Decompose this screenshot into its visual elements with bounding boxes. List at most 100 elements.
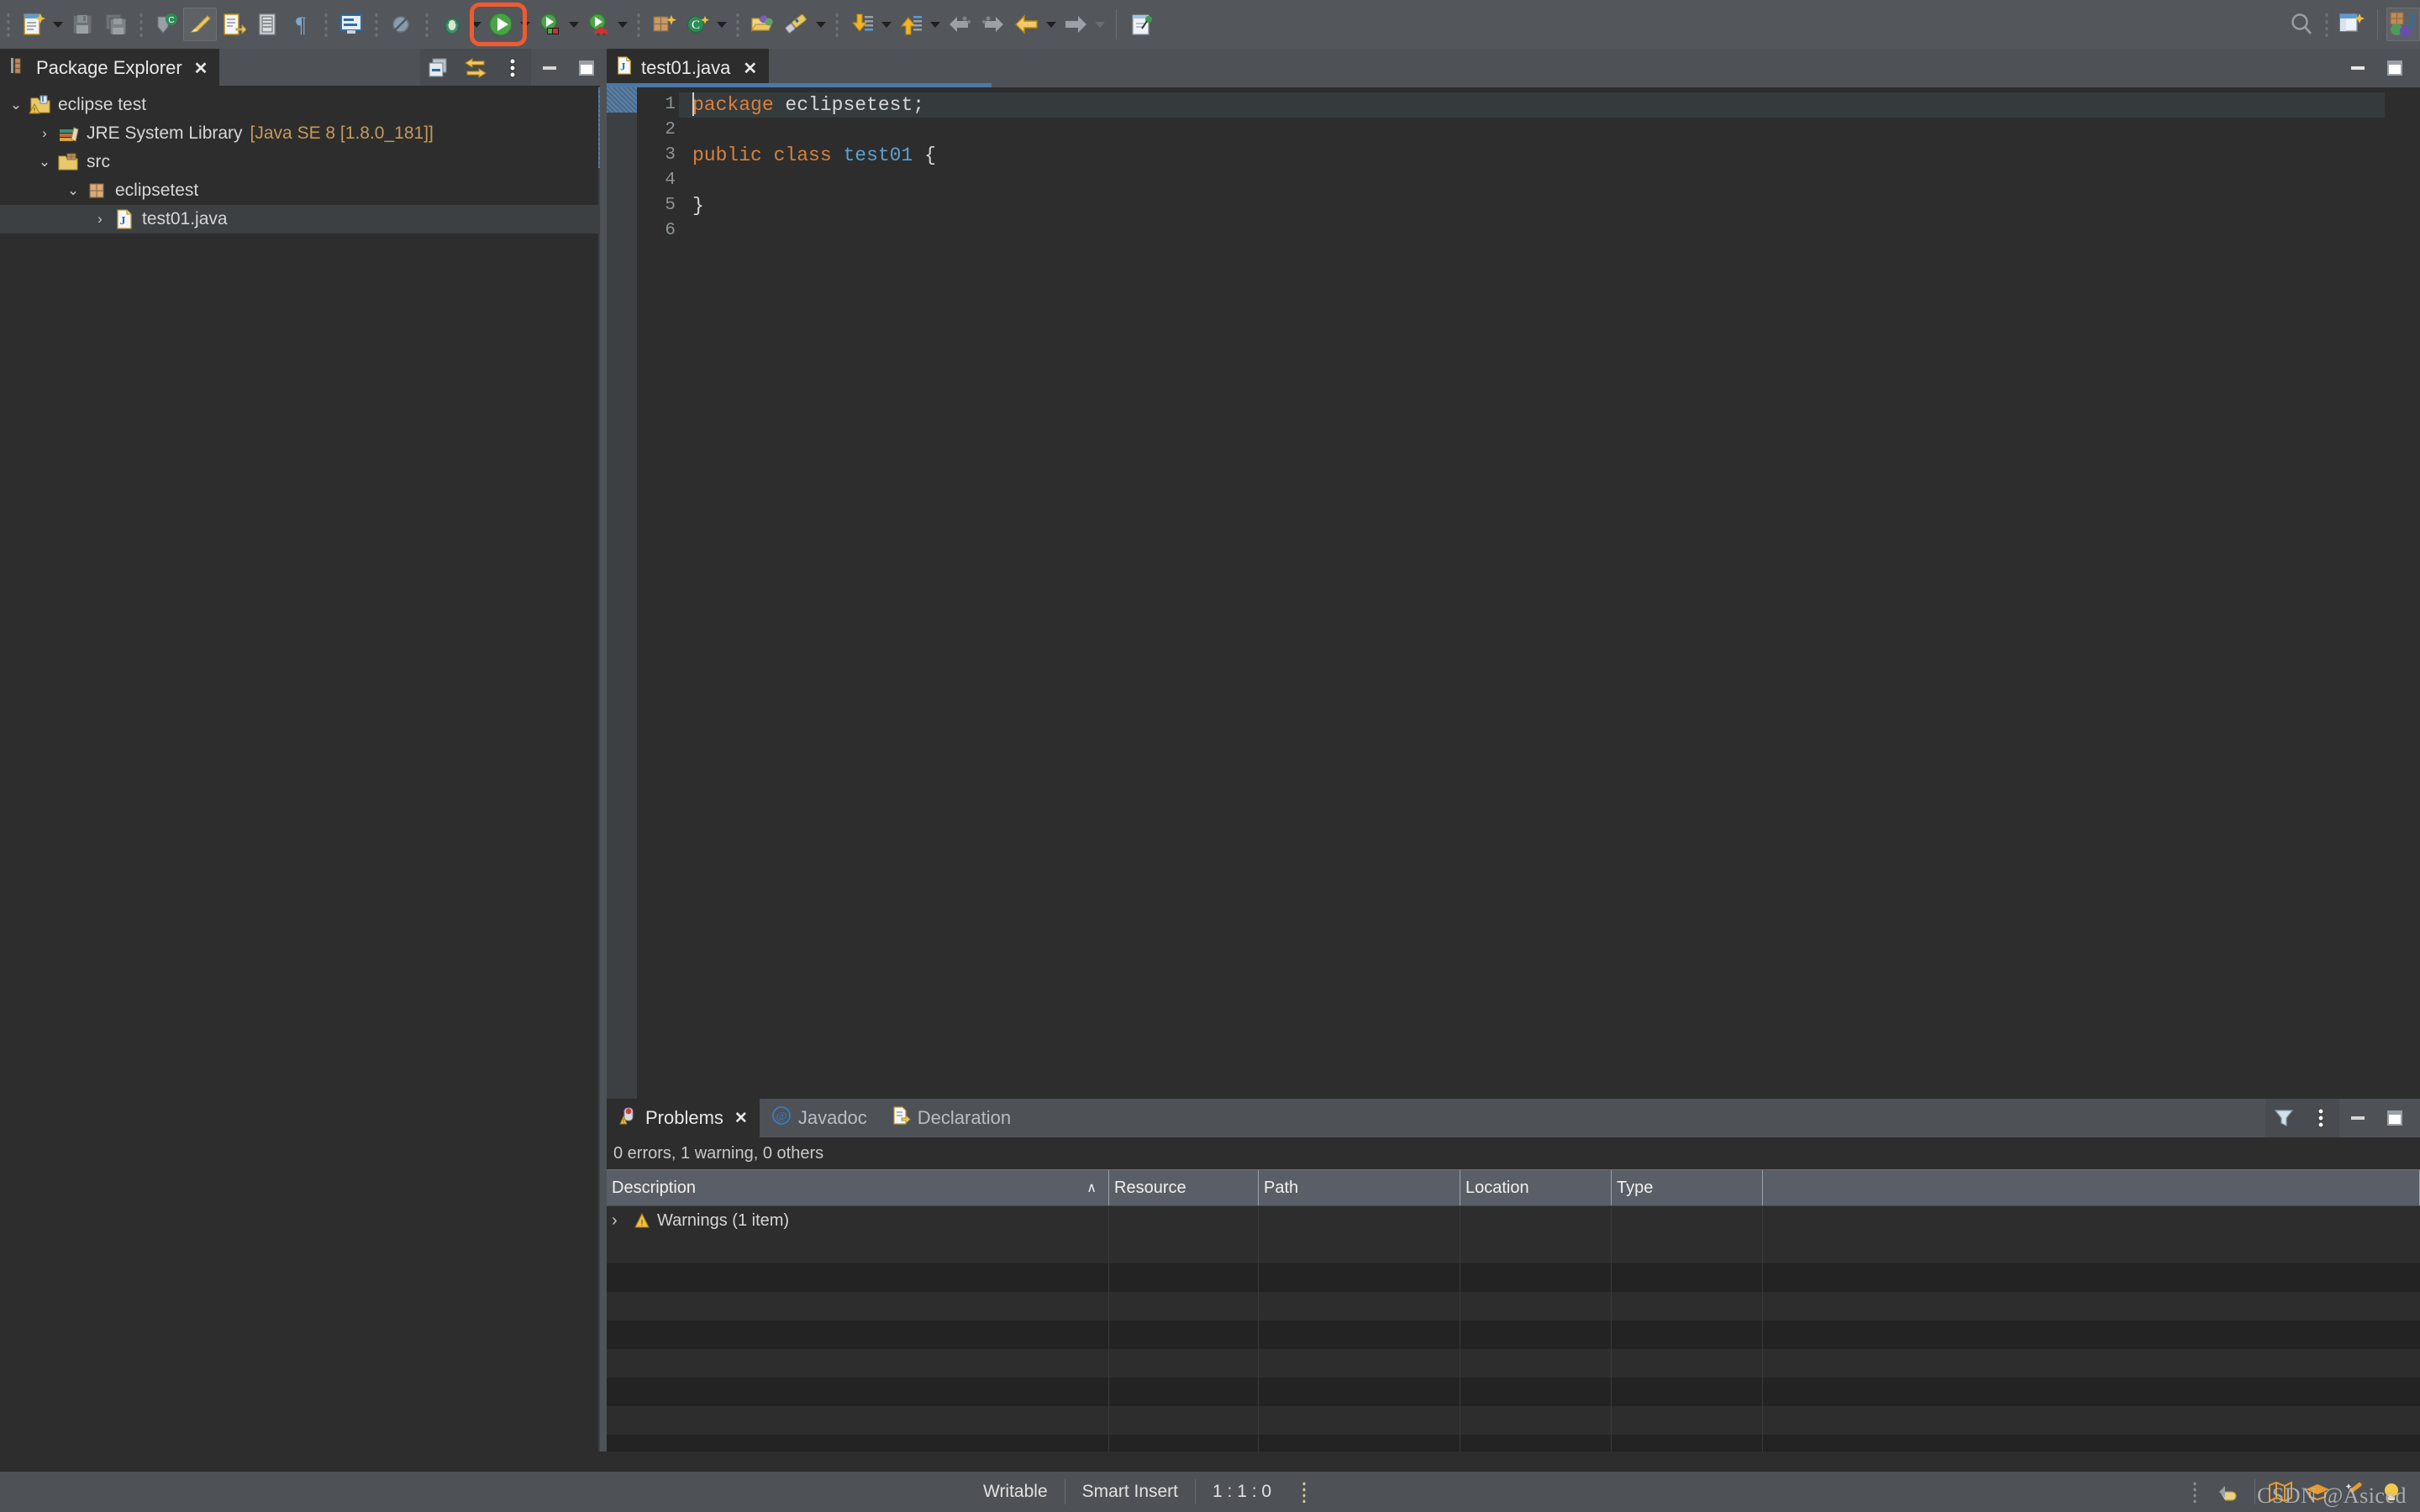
- table-row-empty[interactable]: [607, 1320, 2420, 1349]
- coverage-icon[interactable]: [533, 8, 566, 41]
- toggle-block-selection-icon[interactable]: [250, 8, 284, 41]
- chevron-down-icon[interactable]: ⌄: [32, 154, 57, 171]
- problems-column-header[interactable]: Type: [1612, 1170, 1763, 1205]
- tip-of-the-day-icon[interactable]: [2336, 1472, 2373, 1512]
- toggle-mark-occurrences-icon[interactable]: [183, 8, 217, 41]
- problems-column-header[interactable]: Location: [1460, 1170, 1612, 1205]
- editor-overview-ruler[interactable]: [2385, 87, 2420, 1099]
- forward-history-icon[interactable]: [976, 8, 1010, 41]
- problems-description-cell[interactable]: ›!Warnings (1 item): [607, 1206, 1109, 1235]
- problems-close-icon[interactable]: ✕: [734, 1109, 748, 1128]
- tree-item-project[interactable]: ⌄ ! eclipse test: [0, 91, 605, 119]
- maximize-icon[interactable]: [2376, 49, 2413, 87]
- new-java-project-icon[interactable]: [647, 8, 681, 41]
- chevron-right-icon[interactable]: ›: [87, 211, 113, 228]
- status-right-handle-dots[interactable]: [2192, 1481, 2197, 1503]
- table-row-empty[interactable]: [607, 1235, 2420, 1263]
- minimize-icon[interactable]: [2339, 1099, 2376, 1137]
- editor-marker-bar[interactable]: [607, 87, 637, 1099]
- panel-resize-handle[interactable]: [600, 49, 605, 1452]
- table-row-empty[interactable]: [607, 1263, 2420, 1292]
- filter-icon[interactable]: [2265, 1099, 2302, 1137]
- open-type-icon[interactable]: [746, 8, 780, 41]
- tree-item-jre-library[interactable]: › JRE System Library [Java SE 8 [1.8.0_1…: [0, 119, 605, 148]
- forward-arrow-icon[interactable]: [1059, 8, 1092, 41]
- run-external-tools-icon[interactable]: [581, 8, 615, 41]
- chevron-down-icon[interactable]: ⌄: [60, 182, 86, 199]
- back-arrow-icon[interactable]: [1010, 8, 1044, 41]
- editor-code-content[interactable]: package eclipsetest;public class test01 …: [679, 87, 2385, 1099]
- problems-column-header[interactable]: Resource: [1109, 1170, 1259, 1205]
- open-task-icon[interactable]: [217, 8, 250, 41]
- java-perspective-icon[interactable]: [2386, 8, 2420, 41]
- coverage-dropdown-arrow[interactable]: [566, 8, 581, 41]
- previous-annotation-dropdown-arrow[interactable]: [928, 8, 943, 41]
- external-tools-dropdown-arrow[interactable]: [615, 8, 630, 41]
- tab-declaration[interactable]: Declaration: [879, 1099, 1023, 1137]
- status-handle-dots[interactable]: [1302, 1481, 1307, 1503]
- run-dropdown-arrow[interactable]: [518, 8, 533, 41]
- problems-column-header[interactable]: Path: [1259, 1170, 1460, 1205]
- package-explorer-tree[interactable]: ⌄ ! eclipse test ›: [0, 87, 605, 1452]
- search-marker-icon[interactable]: [780, 8, 813, 41]
- graduation-cap-icon[interactable]: [2299, 1472, 2336, 1512]
- skip-breakpoints-icon[interactable]: [385, 8, 418, 41]
- view-menu-icon[interactable]: [494, 49, 531, 87]
- show-whitespace-icon[interactable]: ¶: [284, 8, 318, 41]
- new-wizard-dropdown-arrow[interactable]: [50, 8, 66, 41]
- chevron-down-icon[interactable]: ⌄: [3, 97, 29, 113]
- tab-package-explorer[interactable]: Package Explorer ✕: [0, 49, 219, 87]
- debug-dropdown-arrow[interactable]: [469, 8, 484, 41]
- search-icon[interactable]: [2285, 8, 2318, 41]
- maximize-icon[interactable]: [2376, 1099, 2413, 1137]
- problems-column-header[interactable]: Description∧: [607, 1170, 1109, 1205]
- save-all-icon[interactable]: [99, 8, 133, 41]
- tab-problems[interactable]: ! Problems ✕: [607, 1099, 760, 1137]
- editor-body[interactable]: 1 2 3 4 5 6 package eclipsetest;public c…: [607, 87, 2420, 1099]
- empty-cell: [1460, 1263, 1612, 1292]
- new-class-dropdown-arrow[interactable]: [714, 8, 729, 41]
- back-history-icon[interactable]: [943, 8, 976, 41]
- table-row-empty[interactable]: [607, 1378, 2420, 1406]
- view-menu-icon[interactable]: [2302, 1099, 2339, 1137]
- tab-javadoc[interactable]: @ Javadoc: [760, 1099, 879, 1137]
- package-explorer-close-icon[interactable]: ✕: [194, 58, 208, 79]
- minimize-icon[interactable]: [2339, 49, 2376, 87]
- link-with-editor-icon[interactable]: [457, 49, 494, 87]
- forward-dropdown-arrow[interactable]: [1092, 8, 1107, 41]
- next-annotation-icon[interactable]: [845, 8, 879, 41]
- new-class-icon[interactable]: C: [681, 8, 714, 41]
- table-row[interactable]: ›!Warnings (1 item): [607, 1206, 2420, 1235]
- save-icon[interactable]: [66, 8, 99, 41]
- lightbulb-icon[interactable]: [2373, 1472, 2410, 1512]
- debug-icon[interactable]: [435, 8, 469, 41]
- new-wizard-icon[interactable]: [17, 8, 50, 41]
- minimize-icon[interactable]: [531, 49, 568, 87]
- tree-item-java-file[interactable]: › J test01.java: [0, 205, 605, 234]
- tab-test01-java[interactable]: J test01.java ✕: [607, 49, 769, 87]
- table-row-empty[interactable]: [607, 1349, 2420, 1378]
- pin-editor-icon[interactable]: [1125, 8, 1159, 41]
- collapse-all-icon[interactable]: [420, 49, 457, 87]
- sort-ascending-icon[interactable]: ∧: [1086, 1179, 1097, 1196]
- table-row-empty[interactable]: [607, 1292, 2420, 1320]
- tree-item-src[interactable]: ⌄ src: [0, 148, 605, 176]
- problems-table-rows[interactable]: ›!Warnings (1 item): [607, 1206, 2420, 1463]
- map-icon[interactable]: [2262, 1472, 2299, 1512]
- new-java-class-icon[interactable]: C: [150, 8, 183, 41]
- tree-item-package[interactable]: ⌄ eclipsetest: [0, 176, 605, 205]
- open-perspective-icon[interactable]: [2335, 8, 2369, 41]
- editor-close-icon[interactable]: ✕: [743, 58, 757, 79]
- chevron-right-icon[interactable]: ›: [612, 1211, 634, 1231]
- undo-history-icon[interactable]: [2211, 1472, 2248, 1512]
- empty-cell: [1612, 1406, 1763, 1435]
- table-row-empty[interactable]: [607, 1406, 2420, 1435]
- search-dropdown-arrow[interactable]: [813, 8, 829, 41]
- chevron-right-icon[interactable]: ›: [32, 125, 57, 142]
- console-icon[interactable]: [334, 8, 368, 41]
- previous-annotation-icon[interactable]: [894, 8, 928, 41]
- run-icon[interactable]: [484, 8, 518, 41]
- next-annotation-dropdown-arrow[interactable]: [879, 8, 894, 41]
- problems-column-header[interactable]: [1763, 1170, 2420, 1205]
- back-dropdown-arrow[interactable]: [1044, 8, 1059, 41]
